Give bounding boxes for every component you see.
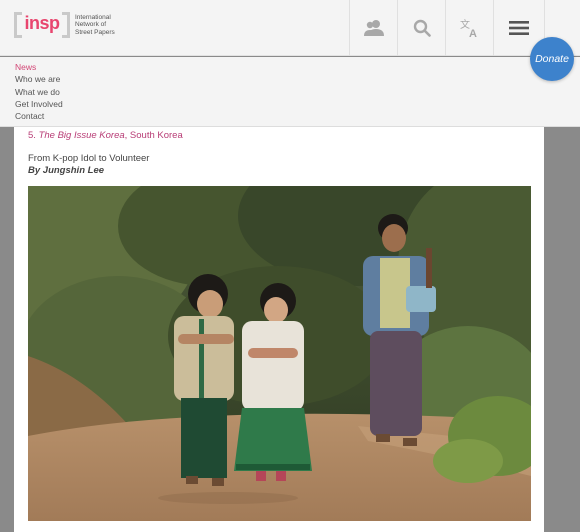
logo-bracket-right	[62, 12, 70, 38]
nav-item-who-we-are[interactable]: Who we are	[15, 73, 580, 85]
logo-tagline: International Network of Street Papers	[75, 14, 125, 37]
photo-illustration	[28, 186, 531, 521]
logo-word: insp	[24, 13, 60, 33]
main-nav-dropdown: News Who we are What we do Get Involved …	[0, 57, 580, 127]
search-button[interactable]	[397, 0, 445, 56]
article-card: 5. The Big Issue Korea, South Korea From…	[14, 127, 544, 532]
story-country: , South Korea	[124, 130, 183, 141]
article-title: From K-pop Idol to Volunteer	[28, 153, 150, 164]
article-author: By Jungshin Lee	[28, 165, 105, 176]
members-button[interactable]	[349, 0, 397, 56]
site-header: insp International Network of Street Pap…	[0, 0, 580, 56]
logo-line-1: International	[75, 13, 111, 21]
translate-button[interactable]: 文 A	[445, 0, 493, 56]
nav-item-what-we-do[interactable]: What we do	[15, 86, 580, 98]
search-icon	[413, 19, 431, 37]
nav-item-news[interactable]: News	[15, 61, 580, 73]
logo-mark: insp	[14, 10, 70, 40]
users-icon	[363, 20, 384, 36]
nav-item-contact[interactable]: Contact	[15, 110, 580, 122]
menu-icon	[509, 21, 529, 35]
logo-line-2: Network of	[75, 21, 107, 29]
story-number: 5.	[28, 130, 36, 141]
logo-bracket-left	[14, 12, 22, 38]
translate-icon: 文 A	[460, 18, 477, 38]
publication-link[interactable]: The Big Issue Korea	[39, 130, 125, 141]
svg-text:A: A	[469, 28, 477, 38]
insp-logo[interactable]: insp International Network of Street Pap…	[14, 9, 125, 41]
donate-button[interactable]: Donate	[530, 37, 574, 81]
nav-item-get-involved[interactable]: Get Involved	[15, 98, 580, 110]
story-heading: 5. The Big Issue Korea, South Korea	[28, 130, 183, 141]
article-photo	[28, 186, 531, 521]
logo-line-3: Street Papers	[75, 28, 115, 36]
